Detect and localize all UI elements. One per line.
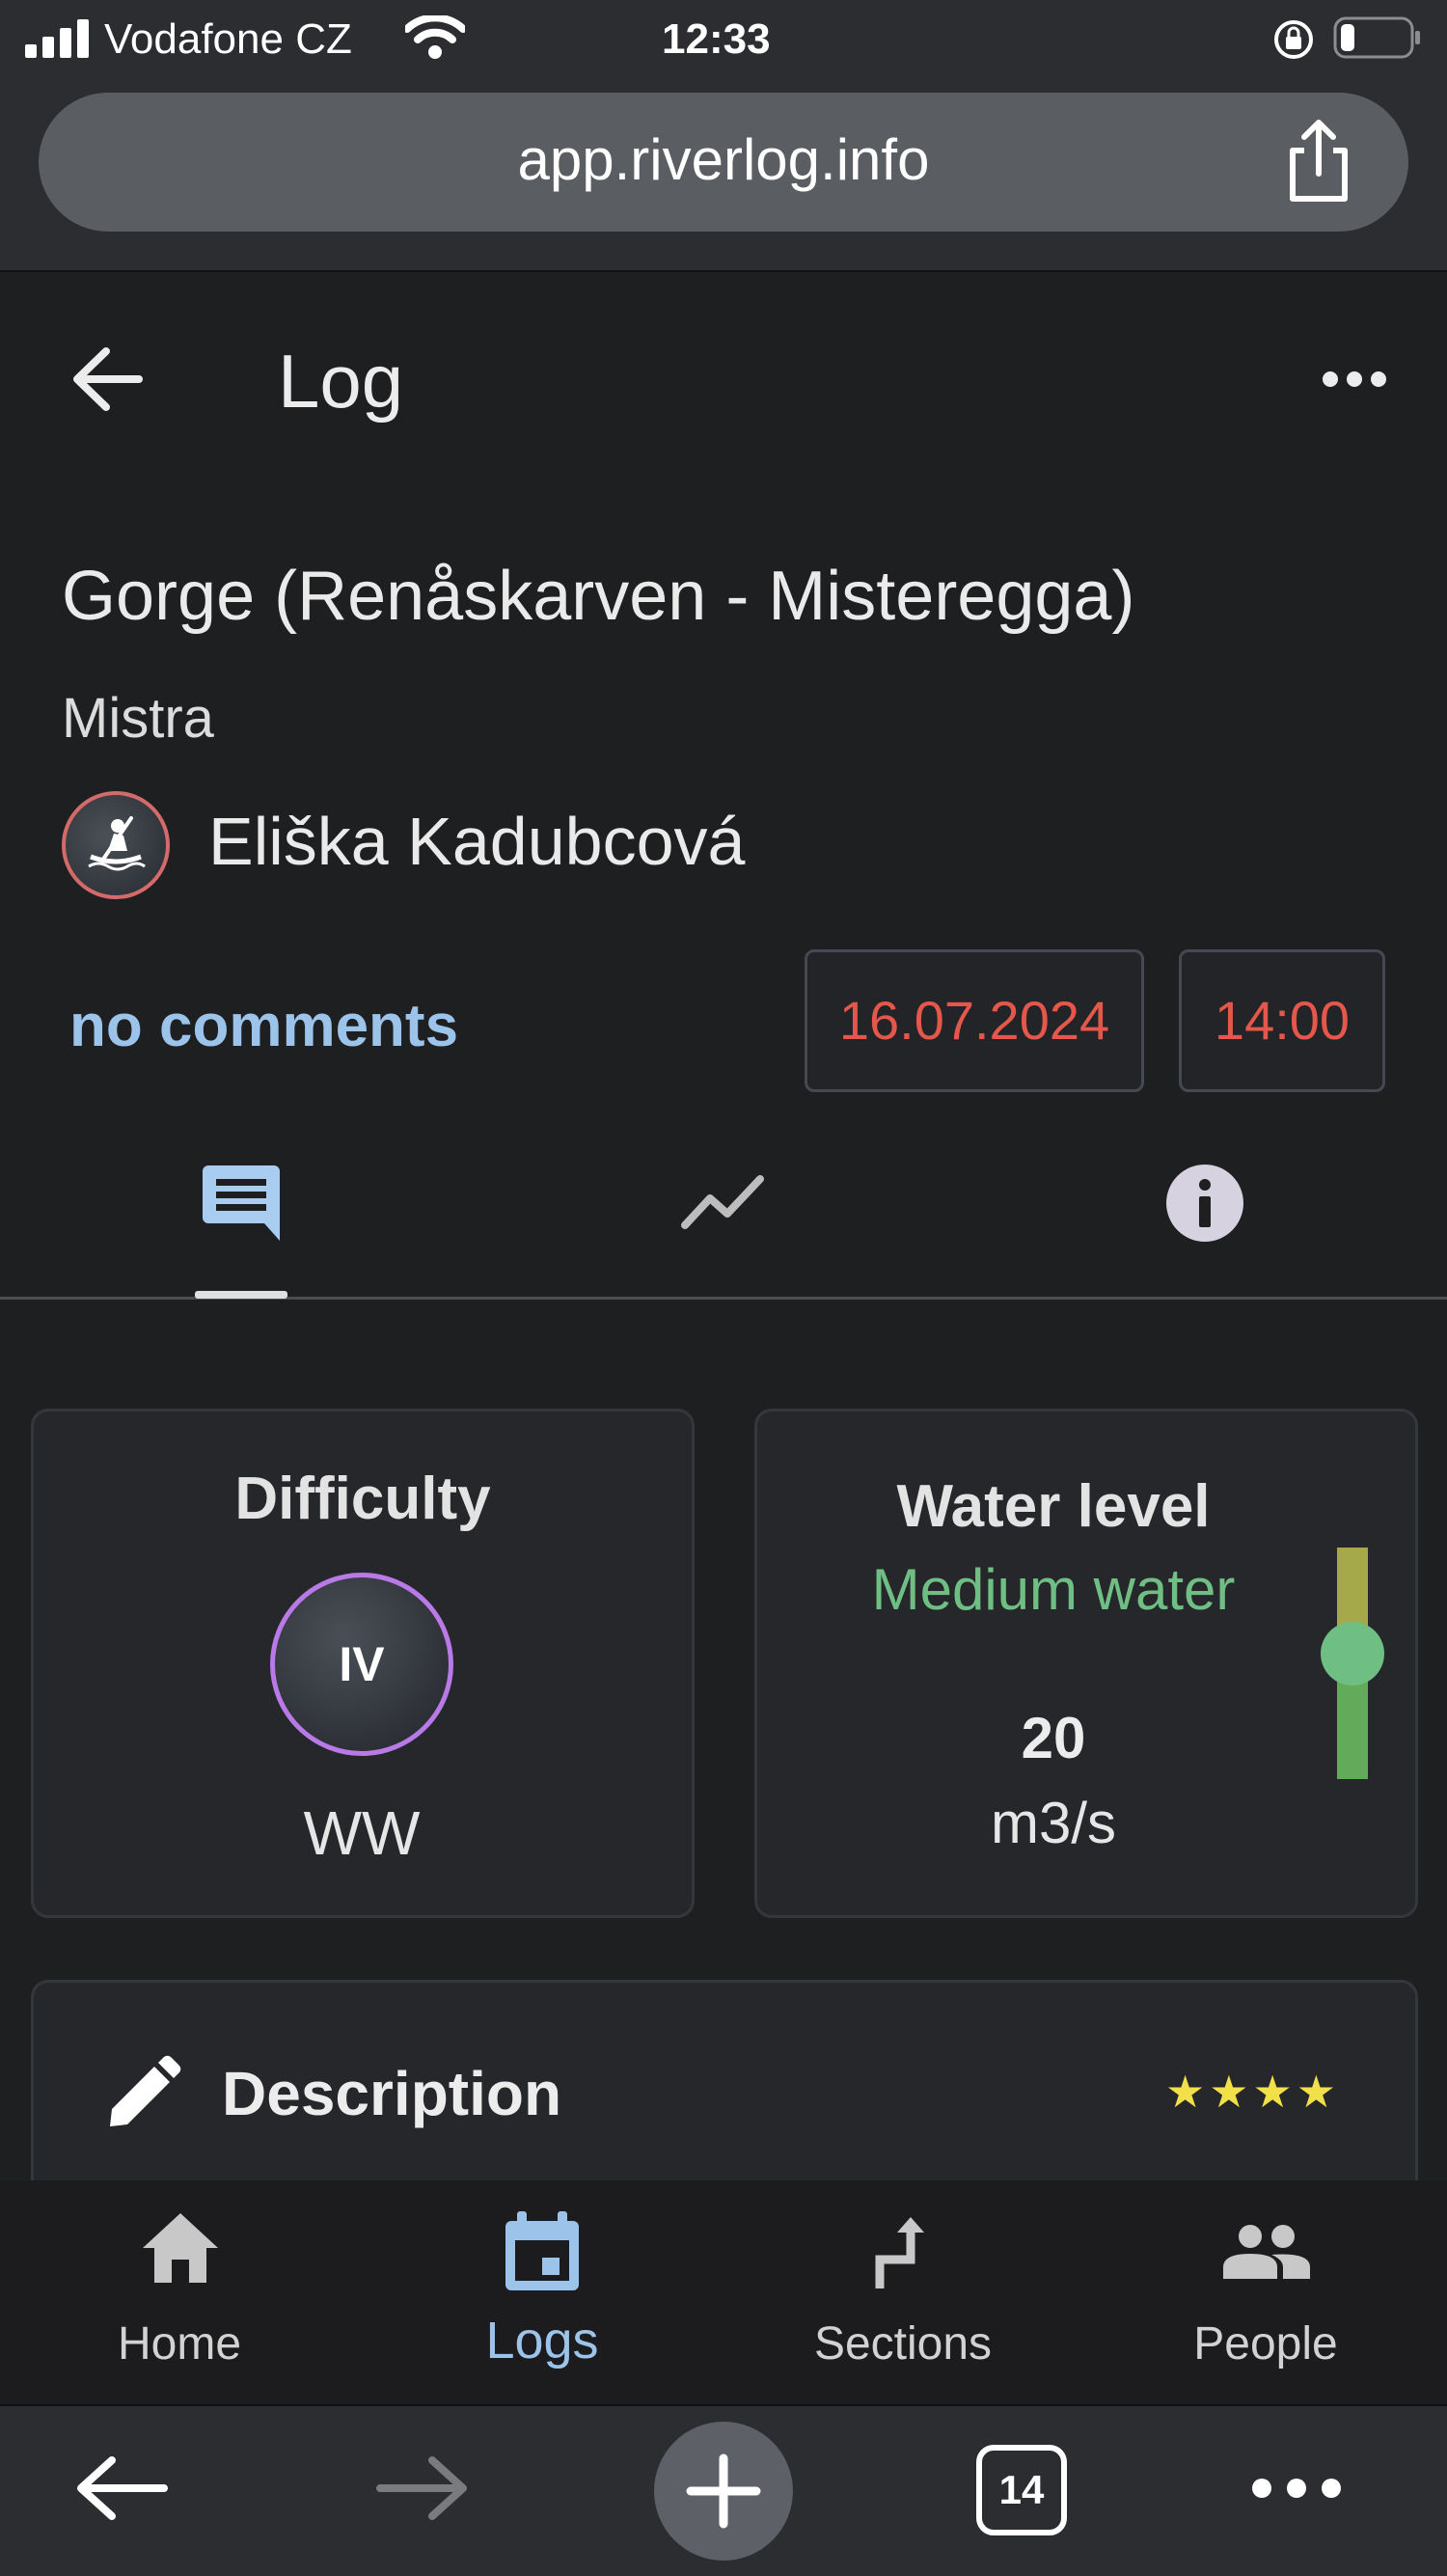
star-rating: ★★★★ xyxy=(1165,2067,1340,2117)
home-icon[interactable] xyxy=(141,2211,220,2285)
nav-home-label[interactable]: Home xyxy=(35,2316,324,2373)
section-icon[interactable] xyxy=(874,2213,942,2290)
url-text[interactable]: app.riverlog.info xyxy=(0,122,1447,199)
difficulty-label: Difficulty xyxy=(234,1466,491,1532)
wifi-icon xyxy=(405,15,465,59)
chart-line-icon[interactable] xyxy=(681,1173,764,1231)
battery-icon xyxy=(1333,16,1420,59)
flow-unit: m3/s xyxy=(990,1791,1117,1855)
comments-link[interactable]: no comments xyxy=(69,988,458,1065)
water-gauge-marker xyxy=(1321,1622,1384,1686)
calendar-icon[interactable] xyxy=(504,2209,581,2292)
nav-people-label[interactable]: People xyxy=(1121,2316,1410,2373)
nav-logs-label[interactable]: Logs xyxy=(397,2312,687,2370)
clock: 12:33 xyxy=(662,15,771,63)
people-icon[interactable] xyxy=(1221,2223,1312,2281)
kayaker-icon xyxy=(88,816,146,871)
carrier-name: Vodafone CZ xyxy=(104,15,352,63)
difficulty-type: WW xyxy=(303,1798,421,1868)
info-icon[interactable] xyxy=(1165,1164,1244,1243)
water-level-label: Water level xyxy=(896,1473,1211,1540)
user-name[interactable]: Eliška Kadubcová xyxy=(208,797,745,886)
description-label: Description xyxy=(222,2059,562,2128)
water-level-status: Medium water xyxy=(871,1557,1236,1622)
plus-icon xyxy=(686,2453,761,2529)
grade-badge: IV xyxy=(270,1573,453,1756)
water-gauge-low xyxy=(1337,1669,1368,1779)
more-menu-icon[interactable] xyxy=(1322,365,1387,394)
browser-more-icon[interactable] xyxy=(1250,2476,1343,2501)
river-name: Mistra xyxy=(62,687,214,750)
active-tab-indicator xyxy=(195,1291,287,1299)
page-title: Log xyxy=(278,339,404,424)
signal-icon xyxy=(25,19,89,58)
back-arrow-icon[interactable] xyxy=(71,345,143,413)
date-field[interactable]: 16.07.2024 xyxy=(805,949,1144,1092)
time-field[interactable]: 14:00 xyxy=(1179,949,1385,1092)
flow-value: 20 xyxy=(1021,1706,1086,1770)
tabs-count-button[interactable]: 14 xyxy=(976,2445,1067,2535)
nav-sections-label[interactable]: Sections xyxy=(758,2316,1048,2373)
pencil-icon[interactable] xyxy=(104,2055,181,2132)
section-title: Gorge (Renåskarven - Misteregga) xyxy=(62,558,1135,635)
browser-forward-icon[interactable] xyxy=(376,2456,469,2520)
share-icon[interactable] xyxy=(1285,118,1352,205)
comment-icon[interactable] xyxy=(201,1162,282,1243)
browser-back-icon[interactable] xyxy=(75,2456,168,2520)
orientation-lock-icon xyxy=(1274,20,1313,59)
